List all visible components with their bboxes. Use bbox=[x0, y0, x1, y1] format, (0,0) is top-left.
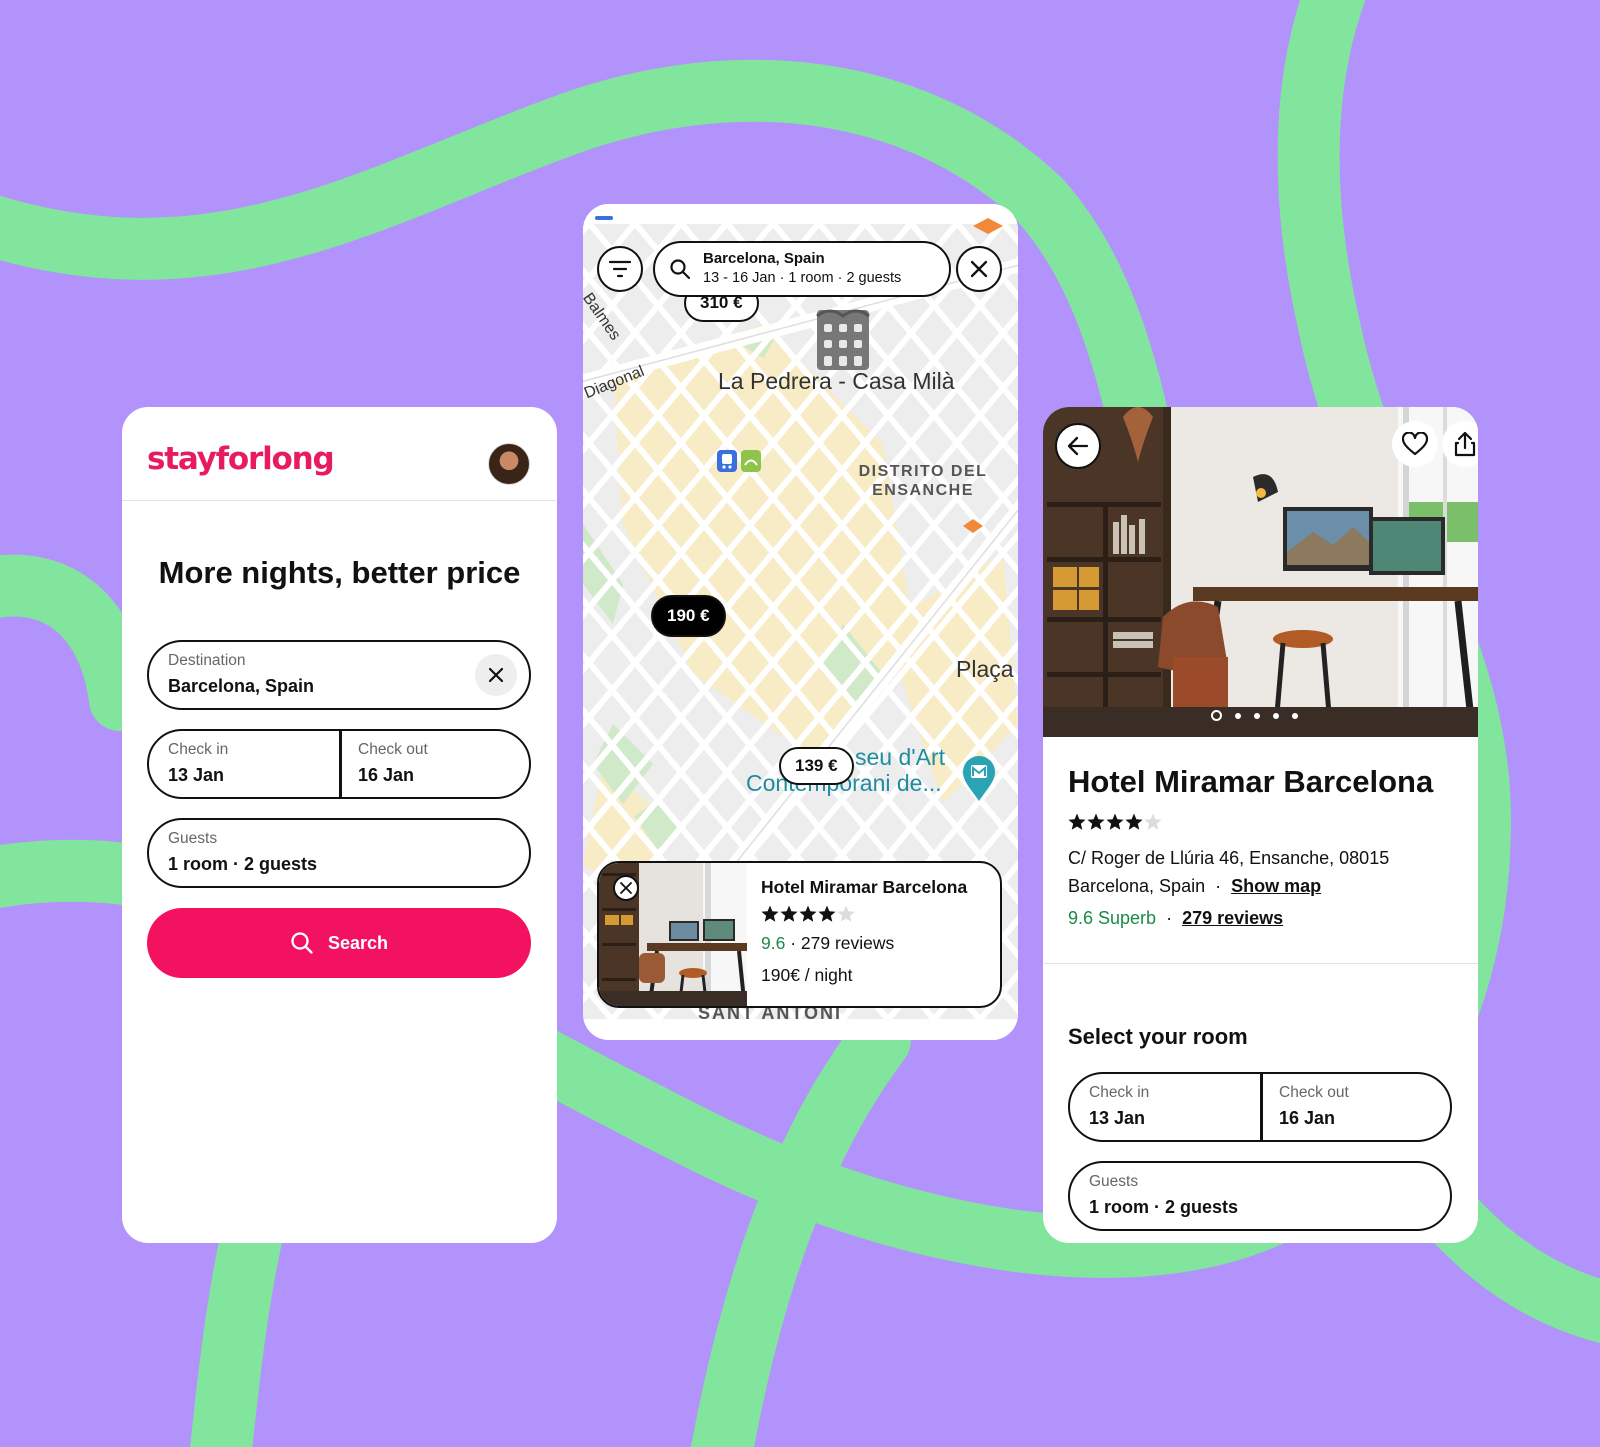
check-out-value: 16 Jan bbox=[1279, 1108, 1336, 1128]
map-search-details: 13 - 16 Jan · 1 room · 2 guests bbox=[703, 270, 902, 286]
filter-icon bbox=[609, 260, 631, 278]
star-rating bbox=[761, 905, 855, 922]
metro-icon bbox=[717, 450, 761, 472]
divider bbox=[1043, 963, 1478, 964]
district-label: DISTRITO DEL ENSANCHE bbox=[858, 463, 988, 499]
star-empty-icon bbox=[1144, 813, 1162, 830]
check-in-value: 13 Jan bbox=[168, 765, 225, 785]
close-map-button[interactable] bbox=[956, 246, 1002, 292]
search-button-label: Search bbox=[327, 932, 389, 953]
section-title: Select your room bbox=[1068, 1024, 1248, 1049]
pagination-dot[interactable] bbox=[1235, 712, 1241, 719]
room-guests-field[interactable]: Guests 1 room · 2 guests bbox=[1068, 1161, 1452, 1231]
map-screen: Balmes Diagonal La Pedrera - Casa Milà D… bbox=[583, 204, 1018, 1040]
hotel-screen: Hotel Miramar Barcelona C/ Roger de Llúr… bbox=[1043, 407, 1478, 1243]
check-in-value: 13 Jan bbox=[1089, 1108, 1146, 1128]
star-filled-icon bbox=[1106, 813, 1124, 830]
price-pin-selected[interactable]: 190 € bbox=[651, 595, 726, 637]
filter-button[interactable] bbox=[597, 246, 643, 292]
app-header: stayforlong bbox=[122, 407, 557, 501]
close-icon bbox=[970, 260, 988, 278]
hotel-price: 190€ / night bbox=[761, 965, 853, 985]
avatar[interactable] bbox=[488, 443, 530, 485]
hotel-title: Hotel Miramar Barcelona bbox=[1068, 764, 1434, 799]
pagination-dot[interactable] bbox=[1273, 712, 1279, 719]
favorite-button[interactable] bbox=[1392, 421, 1438, 467]
room-dates-field: Check in 13 Jan Check out 16 Jan bbox=[1068, 1072, 1452, 1142]
destination-label: Destination bbox=[168, 652, 246, 669]
search-screen: stayforlong More nights, better price De… bbox=[122, 407, 557, 1243]
hotel-name: Hotel Miramar Barcelona bbox=[761, 877, 968, 897]
back-arrow-icon bbox=[1067, 436, 1089, 456]
star-empty-icon bbox=[837, 905, 855, 922]
reviews-link[interactable]: 279 reviews bbox=[1182, 908, 1283, 928]
dates-field: Check in 13 Jan Check out 16 Jan bbox=[147, 729, 531, 799]
check-in-field[interactable]: Check in 13 Jan bbox=[149, 731, 339, 797]
star-filled-icon bbox=[799, 905, 817, 922]
pagination-dot[interactable] bbox=[1254, 712, 1260, 719]
hotel-rating: 9.6 · 279 reviews bbox=[761, 933, 895, 953]
check-in-label: Check in bbox=[168, 741, 229, 758]
star-filled-icon bbox=[818, 905, 836, 922]
check-in-label: Check in bbox=[1089, 1084, 1150, 1101]
check-out-label: Check out bbox=[1279, 1084, 1349, 1101]
place-label-placa: Plaça bbox=[956, 656, 1014, 682]
share-icon bbox=[1454, 431, 1476, 457]
check-out-value: 16 Jan bbox=[358, 765, 415, 785]
check-out-field[interactable]: Check out 16 Jan bbox=[339, 731, 529, 797]
clear-destination-button[interactable] bbox=[475, 654, 517, 696]
guests-label: Guests bbox=[1089, 1173, 1139, 1190]
museum-label-line1: seu d'Art bbox=[855, 744, 946, 770]
landmark-label-pedrera: La Pedrera - Casa Milà bbox=[718, 368, 955, 394]
star-filled-icon bbox=[1068, 813, 1086, 830]
destination-value[interactable]: Barcelona, Spain bbox=[168, 676, 314, 697]
guests-field[interactable]: Guests 1 room · 2 guests bbox=[147, 818, 531, 888]
photo-pagination[interactable] bbox=[1211, 710, 1298, 721]
heart-icon bbox=[1402, 432, 1428, 456]
search-icon bbox=[291, 932, 313, 954]
check-in-field[interactable]: Check in 13 Jan bbox=[1070, 1074, 1260, 1140]
page-title: More nights, better price bbox=[158, 555, 521, 590]
search-button[interactable]: Search bbox=[147, 908, 531, 978]
close-preview-button[interactable] bbox=[613, 875, 639, 901]
close-icon bbox=[620, 882, 632, 894]
star-filled-icon bbox=[780, 905, 798, 922]
hotel-rating: 9.6 Superb · 279 reviews bbox=[1068, 908, 1284, 928]
show-map-link[interactable]: Show map bbox=[1231, 876, 1321, 896]
search-icon bbox=[670, 259, 691, 280]
star-filled-icon bbox=[1125, 813, 1143, 830]
pagination-dot[interactable] bbox=[1292, 712, 1298, 719]
guests-value: 1 room · 2 guests bbox=[1089, 1197, 1239, 1217]
map-search-destination: Barcelona, Spain bbox=[703, 250, 825, 267]
museum-icon bbox=[963, 756, 995, 801]
guests-value: 1 room · 2 guests bbox=[168, 854, 318, 874]
guests-label: Guests bbox=[168, 830, 218, 847]
hotel-preview-card[interactable]: Hotel Miramar Barcelona 9.6 · 279 review… bbox=[597, 861, 1002, 1008]
destination-field[interactable]: Destination Barcelona, Spain bbox=[147, 640, 531, 710]
check-out-label: Check out bbox=[358, 741, 428, 758]
check-out-field[interactable]: Check out 16 Jan bbox=[1260, 1074, 1450, 1140]
close-icon bbox=[488, 667, 504, 683]
star-filled-icon bbox=[761, 905, 779, 922]
star-filled-icon bbox=[1087, 813, 1105, 830]
price-pin[interactable]: 139 € bbox=[779, 747, 854, 785]
star-rating bbox=[1068, 813, 1162, 830]
map-search-bar[interactable]: Barcelona, Spain 13 - 16 Jan · 1 room · … bbox=[653, 241, 951, 297]
back-button[interactable] bbox=[1055, 423, 1101, 469]
brand-logo[interactable]: stayforlong bbox=[147, 441, 335, 477]
hotel-address: C/ Roger de Llúria 46, Ensanche, 08015 B… bbox=[1068, 848, 1390, 896]
landmark-building-icon bbox=[816, 309, 870, 370]
pagination-dot[interactable] bbox=[1211, 710, 1222, 721]
